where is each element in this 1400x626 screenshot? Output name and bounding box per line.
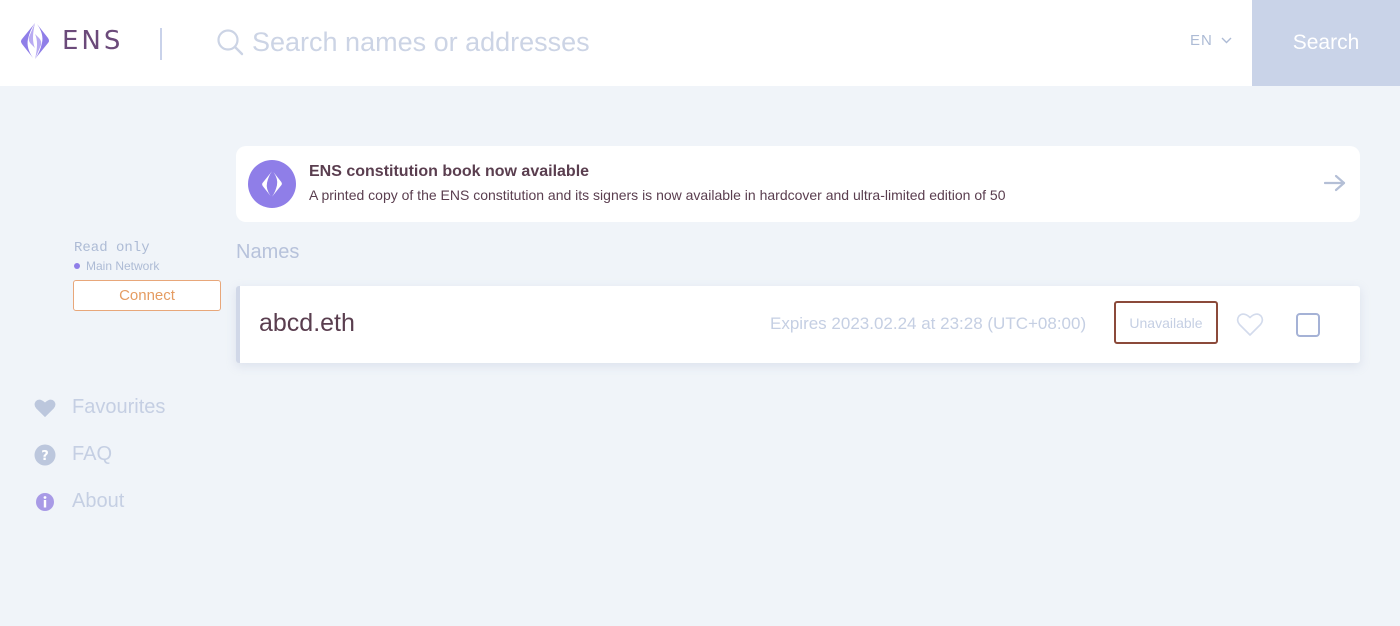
ens-logo-icon bbox=[248, 160, 296, 208]
search-button[interactable]: Search bbox=[1252, 0, 1400, 86]
section-title-names: Names bbox=[236, 241, 300, 263]
heart-icon bbox=[34, 397, 56, 419]
select-checkbox[interactable] bbox=[1296, 313, 1320, 337]
domain-name[interactable]: abcd.eth bbox=[259, 309, 355, 338]
network-status-dot bbox=[74, 263, 80, 269]
network-label: Main Network bbox=[86, 259, 160, 273]
status-badge: Unavailable bbox=[1114, 301, 1218, 344]
question-icon: ? bbox=[34, 444, 56, 466]
arrow-right-icon[interactable] bbox=[1323, 174, 1346, 197]
chevron-down-icon bbox=[1221, 37, 1232, 44]
nav-item-favourites[interactable]: Favourites bbox=[34, 396, 165, 419]
header-divider bbox=[160, 28, 162, 60]
search-icon bbox=[216, 28, 244, 61]
nav-label-favourites: Favourites bbox=[72, 396, 166, 418]
favourite-heart-icon[interactable] bbox=[1236, 312, 1264, 342]
network-indicator: Main Network bbox=[74, 259, 159, 273]
ens-logo-icon bbox=[21, 23, 49, 59]
expiry-date: Expires 2023.02.24 at 23:28 (UTC+08:00) bbox=[770, 314, 1087, 333]
language-selector[interactable]: EN bbox=[1190, 32, 1232, 49]
read-only-label: Read only bbox=[74, 240, 150, 256]
banner-title: ENS constitution book now available bbox=[309, 163, 590, 180]
language-label: EN bbox=[1190, 32, 1213, 49]
search-input[interactable] bbox=[252, 20, 1132, 64]
name-row[interactable]: abcd.eth Expires 2023.02.24 at 23:28 (UT… bbox=[236, 286, 1360, 363]
svg-text:?: ? bbox=[41, 449, 49, 464]
nav-label-about: About bbox=[72, 490, 125, 512]
top-header: ENS EN Search bbox=[0, 0, 1400, 86]
nav-label-faq: FAQ bbox=[72, 443, 113, 465]
ens-logo[interactable]: ENS bbox=[18, 22, 123, 60]
info-icon bbox=[34, 491, 56, 513]
connect-button[interactable]: Connect bbox=[73, 280, 221, 311]
nav-item-faq[interactable]: ? FAQ bbox=[34, 443, 112, 466]
banner-text: A printed copy of the ENS constitution a… bbox=[309, 187, 1006, 203]
logo-text: ENS bbox=[62, 26, 124, 56]
announcement-banner[interactable]: ENS constitution book now available A pr… bbox=[236, 146, 1360, 222]
nav-item-about[interactable]: About bbox=[34, 490, 124, 513]
